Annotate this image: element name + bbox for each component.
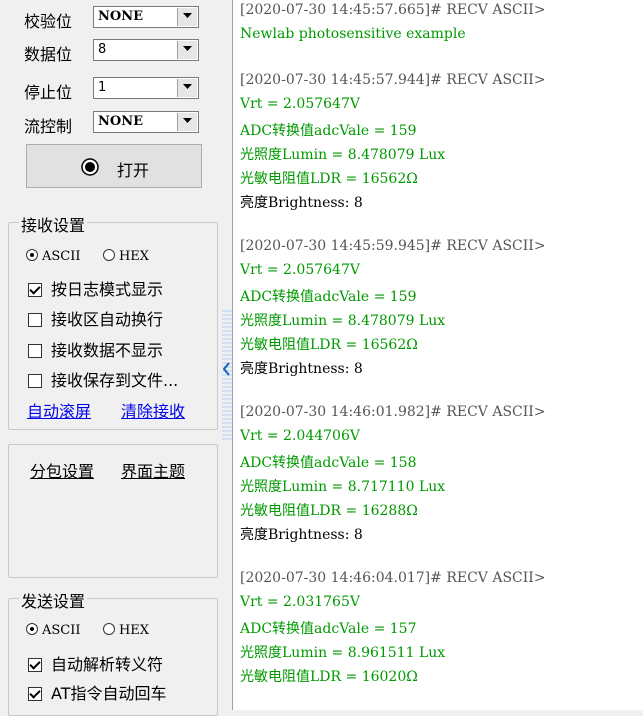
record-icon [81, 158, 99, 176]
flow-select[interactable]: NONE [93, 111, 199, 133]
log-line: 亮度Brightness: 8 [240, 527, 363, 543]
checkbox-checked-icon [28, 687, 42, 701]
collapse-left-icon[interactable] [223, 362, 231, 376]
settings-panel: 校验位 NONE 数据位 8 停止位 1 流控制 NONE 打开 接收设置 AS… [0, 0, 222, 716]
databits-value: 8 [98, 42, 107, 57]
log-line: ADC转换值adcVale = 159 [240, 123, 417, 139]
chevron-down-icon[interactable] [177, 79, 197, 97]
databits-row: 数据位 8 [0, 37, 222, 65]
send-hex-radio[interactable]: HEX [102, 622, 150, 638]
radio-icon [26, 249, 38, 261]
radio-icon [102, 623, 115, 635]
send-ascii-label: ASCII [42, 623, 81, 638]
log-mode-label: 按日志模式显示 [51, 280, 164, 299]
chevron-down-icon[interactable] [177, 113, 197, 131]
checkbox-checked-icon [28, 283, 42, 297]
databits-select[interactable]: 8 [93, 39, 199, 61]
log-header-line: [2020-07-30 14:45:59.945]# RECV ASCII> [240, 238, 546, 254]
send-hex-label: HEX [118, 623, 150, 638]
chevron-down-icon[interactable] [177, 41, 197, 59]
log-line: Vrt = 2.031765V [240, 594, 360, 610]
panel-splitter[interactable] [222, 0, 232, 710]
log-line: 光照度Lumin = 8.961511 Lux [240, 645, 446, 661]
parity-label: 校验位 [24, 12, 73, 31]
log-line: ADC转换值adcVale = 157 [240, 621, 417, 637]
log-line: 亮度Brightness: 8 [240, 361, 363, 377]
auto-scroll-link[interactable]: 自动滚屏 [27, 398, 91, 422]
auto-wrap-checkbox[interactable]: 接收区自动换行 [28, 306, 163, 330]
log-line: Vrt = 2.057647V [240, 262, 360, 278]
log-line: ADC转换值adcVale = 159 [240, 289, 417, 305]
receive-ascii-radio[interactable]: ASCII [26, 248, 81, 264]
send-radio-group: ASCII HEX [26, 622, 149, 638]
receive-log-area[interactable]: [2020-07-30 14:45:57.665]# RECV ASCII> Ne… [232, 0, 643, 710]
checkbox-icon [28, 374, 42, 388]
log-line: ADC转换值adcVale = 158 [240, 455, 417, 471]
parity-select[interactable]: NONE [93, 6, 199, 28]
chevron-down-icon[interactable] [177, 8, 197, 26]
flow-row: 流控制 NONE [0, 109, 222, 137]
receive-hex-radio[interactable]: HEX [102, 248, 150, 264]
checkbox-checked-icon [28, 658, 42, 672]
save-to-file-checkbox[interactable]: 接收保存到文件... [28, 367, 178, 391]
log-line: 光照度Lumin = 8.478079 Lux [240, 313, 446, 329]
checkbox-icon [28, 313, 42, 327]
at-auto-enter-label: AT指令自动回车 [51, 684, 167, 703]
auto-wrap-label: 接收区自动换行 [51, 310, 164, 329]
log-line: 光敏电阻值LDR = 16562Ω [240, 337, 418, 353]
log-line: Vrt = 2.044706V [240, 428, 360, 444]
at-auto-enter-checkbox[interactable]: AT指令自动回车 [28, 680, 166, 704]
save-to-file-label: 接收保存到文件... [51, 371, 179, 390]
receive-radio-group: ASCII HEX [26, 248, 149, 264]
parity-row: 校验位 NONE [0, 4, 222, 32]
log-line: Newlab photosensitive example [240, 26, 466, 42]
open-button-label: 打开 [117, 161, 150, 180]
escape-parse-label: 自动解析转义符 [51, 655, 164, 674]
send-ascii-radio[interactable]: ASCII [26, 622, 81, 638]
log-line: Vrt = 2.057647V [240, 96, 360, 112]
stopbits-label: 停止位 [24, 83, 73, 102]
log-line: 亮度Brightness: 8 [240, 195, 363, 211]
log-mode-checkbox[interactable]: 按日志模式显示 [28, 276, 163, 300]
stopbits-select[interactable]: 1 [93, 77, 199, 99]
stopbits-row: 停止位 1 [0, 75, 222, 103]
log-line: 光敏电阻值LDR = 16562Ω [240, 171, 418, 187]
databits-label: 数据位 [24, 45, 73, 64]
parity-value: NONE [98, 9, 143, 24]
log-header-line: [2020-07-30 14:45:57.665]# RECV ASCII> [240, 2, 546, 18]
escape-parse-checkbox[interactable]: 自动解析转义符 [28, 651, 163, 675]
log-header-line: [2020-07-30 14:46:01.982]# RECV ASCII> [240, 404, 546, 420]
log-header-line: [2020-07-30 14:46:04.017]# RECV ASCII> [240, 570, 546, 586]
log-header-line: [2020-07-30 14:45:57.944]# RECV ASCII> [240, 72, 546, 88]
hide-data-label: 接收数据不显示 [51, 341, 164, 360]
receive-hex-label: HEX [118, 249, 150, 264]
stopbits-value: 1 [98, 80, 107, 95]
ui-theme-tab[interactable]: 界面主题 [121, 458, 185, 482]
hide-data-checkbox[interactable]: 接收数据不显示 [28, 337, 163, 361]
checkbox-icon [28, 344, 42, 358]
log-line: 光照度Lumin = 8.478079 Lux [240, 147, 446, 163]
receive-settings-title: 接收设置 [19, 212, 88, 236]
open-port-button[interactable]: 打开 [26, 144, 202, 188]
log-line: 光敏电阻值LDR = 16020Ω [240, 669, 418, 685]
packet-settings-tab[interactable]: 分包设置 [30, 458, 94, 482]
send-settings-title: 发送设置 [19, 588, 88, 612]
clear-receive-link[interactable]: 清除接收 [121, 398, 185, 422]
flow-value: NONE [98, 114, 143, 129]
flow-label: 流控制 [24, 117, 73, 136]
receive-ascii-label: ASCII [42, 249, 81, 264]
radio-icon [102, 249, 115, 261]
log-line: 光敏电阻值LDR = 16288Ω [240, 503, 418, 519]
log-line: 光照度Lumin = 8.717110 Lux [240, 479, 446, 495]
radio-icon [26, 623, 38, 635]
